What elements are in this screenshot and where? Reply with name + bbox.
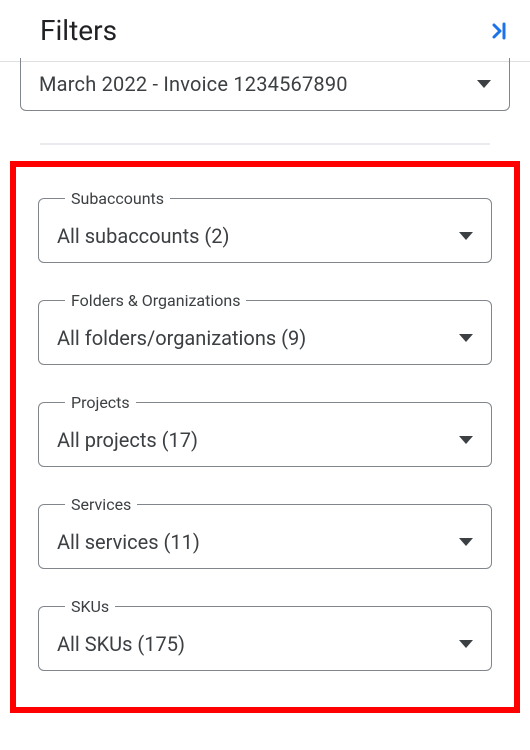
section-divider [40, 143, 490, 145]
dropdown-arrow-icon [459, 538, 473, 546]
services-dropdown[interactable]: Services All services (11) [38, 495, 492, 569]
projects-value: All projects (17) [57, 428, 198, 452]
skus-label: SKUs [65, 597, 115, 616]
collapse-panel-button[interactable] [486, 19, 510, 43]
filters-highlight-box: Subaccounts All subaccounts (2) Folders … [10, 161, 520, 713]
subaccounts-dropdown[interactable]: Subaccounts All subaccounts (2) [38, 189, 492, 263]
dropdown-arrow-icon [459, 232, 473, 240]
subaccounts-label: Subaccounts [65, 189, 170, 208]
services-value: All services (11) [57, 530, 200, 554]
dropdown-arrow-icon [459, 334, 473, 342]
folders-orgs-label: Folders & Organizations [65, 291, 246, 310]
chevron-right-collapse-icon [486, 19, 510, 43]
dropdown-arrow-icon [477, 80, 491, 88]
dropdown-arrow-icon [459, 436, 473, 444]
services-label: Services [65, 495, 137, 514]
projects-dropdown[interactable]: Projects All projects (17) [38, 393, 492, 467]
page-title: Filters [40, 14, 117, 47]
filters-header: Filters [0, 0, 530, 62]
skus-value: All SKUs (175) [57, 632, 185, 656]
folders-orgs-value: All folders/organizations (9) [57, 326, 306, 350]
dropdown-arrow-icon [459, 640, 473, 648]
folders-orgs-dropdown[interactable]: Folders & Organizations All folders/orga… [38, 291, 492, 365]
projects-label: Projects [65, 393, 136, 412]
subaccounts-value: All subaccounts (2) [57, 224, 229, 248]
invoice-dropdown[interactable]: March 2022 - Invoice 1234567890 [20, 58, 510, 111]
skus-dropdown[interactable]: SKUs All SKUs (175) [38, 597, 492, 671]
invoice-value: March 2022 - Invoice 1234567890 [39, 72, 348, 96]
